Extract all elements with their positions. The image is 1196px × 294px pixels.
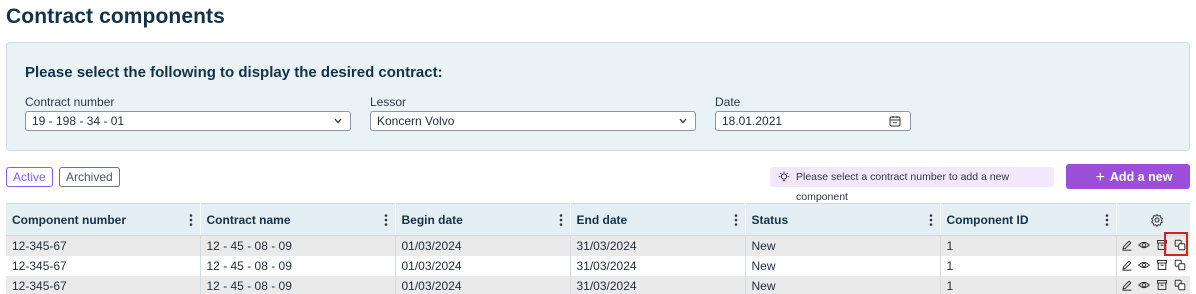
components-table: Component number Contract name Begin dat…: [6, 203, 1191, 294]
column-label: End date: [576, 212, 628, 227]
archive-icon[interactable]: [1156, 259, 1168, 271]
table-row[interactable]: 12-345-67 12 - 45 - 08 - 09 01/03/2024 31/0…: [6, 255, 1190, 276]
cell-contract-name: 12 - 45 - 08 - 09: [200, 255, 396, 276]
lessor-label: Lessor: [370, 95, 407, 109]
add-lessor-button[interactable]: + Add a new lessor: [1066, 164, 1190, 209]
row-actions: [1116, 275, 1190, 294]
active-filter-chip[interactable]: Active: [6, 167, 53, 187]
contract-number-field: Contract number 19 - 198 - 34 - 01: [25, 95, 351, 131]
cell-end-date: 31/03/2024: [570, 235, 746, 256]
cell-begin-date: 01/03/2024: [395, 235, 571, 256]
archive-icon[interactable]: [1156, 279, 1168, 291]
copy-icon-highlight: [1164, 232, 1188, 256]
cell-component-number: 12-345-67: [6, 235, 201, 256]
cell-component-id: 1: [940, 275, 1117, 294]
column-menu-icon[interactable]: [734, 213, 738, 227]
archived-filter-chip[interactable]: Archived: [59, 167, 120, 187]
column-header-component-number[interactable]: Component number: [6, 203, 201, 236]
filter-heading: Please select the following to display t…: [25, 64, 443, 81]
cell-component-id: 1: [940, 255, 1117, 276]
edit-icon[interactable]: [1121, 279, 1133, 291]
contract-number-select[interactable]: 19 - 198 - 34 - 01: [25, 111, 351, 131]
column-header-contract-name[interactable]: Contract name: [200, 203, 396, 236]
lessor-value: Koncern Volvo: [377, 114, 455, 128]
hint-banner: Please select a contract number to add a…: [770, 167, 1054, 203]
date-input[interactable]: 18.01.2021: [715, 111, 911, 131]
chevron-down-icon: [679, 118, 687, 124]
column-header-settings[interactable]: [1116, 203, 1191, 236]
gear-icon[interactable]: [1150, 213, 1164, 227]
cell-begin-date: 01/03/2024: [395, 255, 571, 276]
column-label: Begin date: [401, 212, 463, 227]
calendar-icon[interactable]: [889, 115, 901, 127]
chevron-down-icon: [334, 118, 342, 124]
edit-icon[interactable]: [1121, 259, 1133, 271]
view-icon[interactable]: [1137, 259, 1150, 271]
copy-icon[interactable]: [1174, 259, 1186, 271]
hint-text: Please select a contract number to add a…: [796, 171, 1010, 203]
lessor-select[interactable]: Koncern Volvo: [370, 111, 696, 131]
column-label: Contract name: [206, 212, 291, 227]
view-icon[interactable]: [1137, 239, 1150, 251]
plus-icon: +: [1095, 169, 1105, 186]
edit-icon[interactable]: [1121, 239, 1133, 251]
cell-component-number: 12-345-67: [6, 255, 201, 276]
cell-status: New: [745, 235, 941, 256]
cell-contract-name: 12 - 45 - 08 - 09: [200, 275, 396, 294]
view-icon[interactable]: [1137, 279, 1150, 291]
column-header-status[interactable]: Status: [745, 203, 941, 236]
row-actions: [1116, 255, 1190, 276]
column-menu-icon[interactable]: [1105, 213, 1109, 227]
date-value: 18.01.2021: [722, 114, 783, 128]
cell-component-id: 1: [940, 235, 1117, 256]
cell-contract-name: 12 - 45 - 08 - 09: [200, 235, 396, 256]
contract-number-label: Contract number: [25, 95, 115, 109]
column-label: Component number: [12, 212, 126, 227]
column-menu-icon[interactable]: [559, 213, 563, 227]
column-header-begin-date[interactable]: Begin date: [395, 203, 571, 236]
cell-status: New: [745, 255, 941, 276]
column-menu-icon[interactable]: [189, 213, 193, 227]
column-header-component-id[interactable]: Component ID: [940, 203, 1117, 236]
table-header-row: Component number Contract name Begin dat…: [6, 203, 1191, 236]
column-menu-icon[interactable]: [384, 213, 388, 227]
column-label: Component ID: [946, 212, 1029, 227]
contract-number-value: 19 - 198 - 34 - 01: [32, 114, 125, 128]
cell-status: New: [745, 275, 941, 294]
table-row[interactable]: 12-345-67 12 - 45 - 08 - 09 01/03/2024 31/0…: [6, 235, 1190, 256]
column-header-end-date[interactable]: End date: [570, 203, 746, 236]
lightbulb-icon: [779, 171, 789, 182]
cell-end-date: 31/03/2024: [570, 255, 746, 276]
page-title: Contract components: [6, 5, 225, 28]
date-field: Date 18.01.2021: [715, 95, 911, 131]
cell-begin-date: 01/03/2024: [395, 275, 571, 294]
table-row[interactable]: 12-345-67 12 - 45 - 08 - 09 01/03/2024 31/0…: [6, 275, 1190, 294]
cell-end-date: 31/03/2024: [570, 275, 746, 294]
column-menu-icon[interactable]: [929, 213, 933, 227]
cell-component-number: 12-345-67: [6, 275, 201, 294]
column-label: Status: [751, 212, 789, 227]
date-label: Date: [715, 95, 741, 109]
copy-icon[interactable]: [1174, 279, 1186, 291]
lessor-field: Lessor Koncern Volvo: [370, 95, 696, 131]
filter-panel: Please select the following to display t…: [6, 42, 1190, 151]
